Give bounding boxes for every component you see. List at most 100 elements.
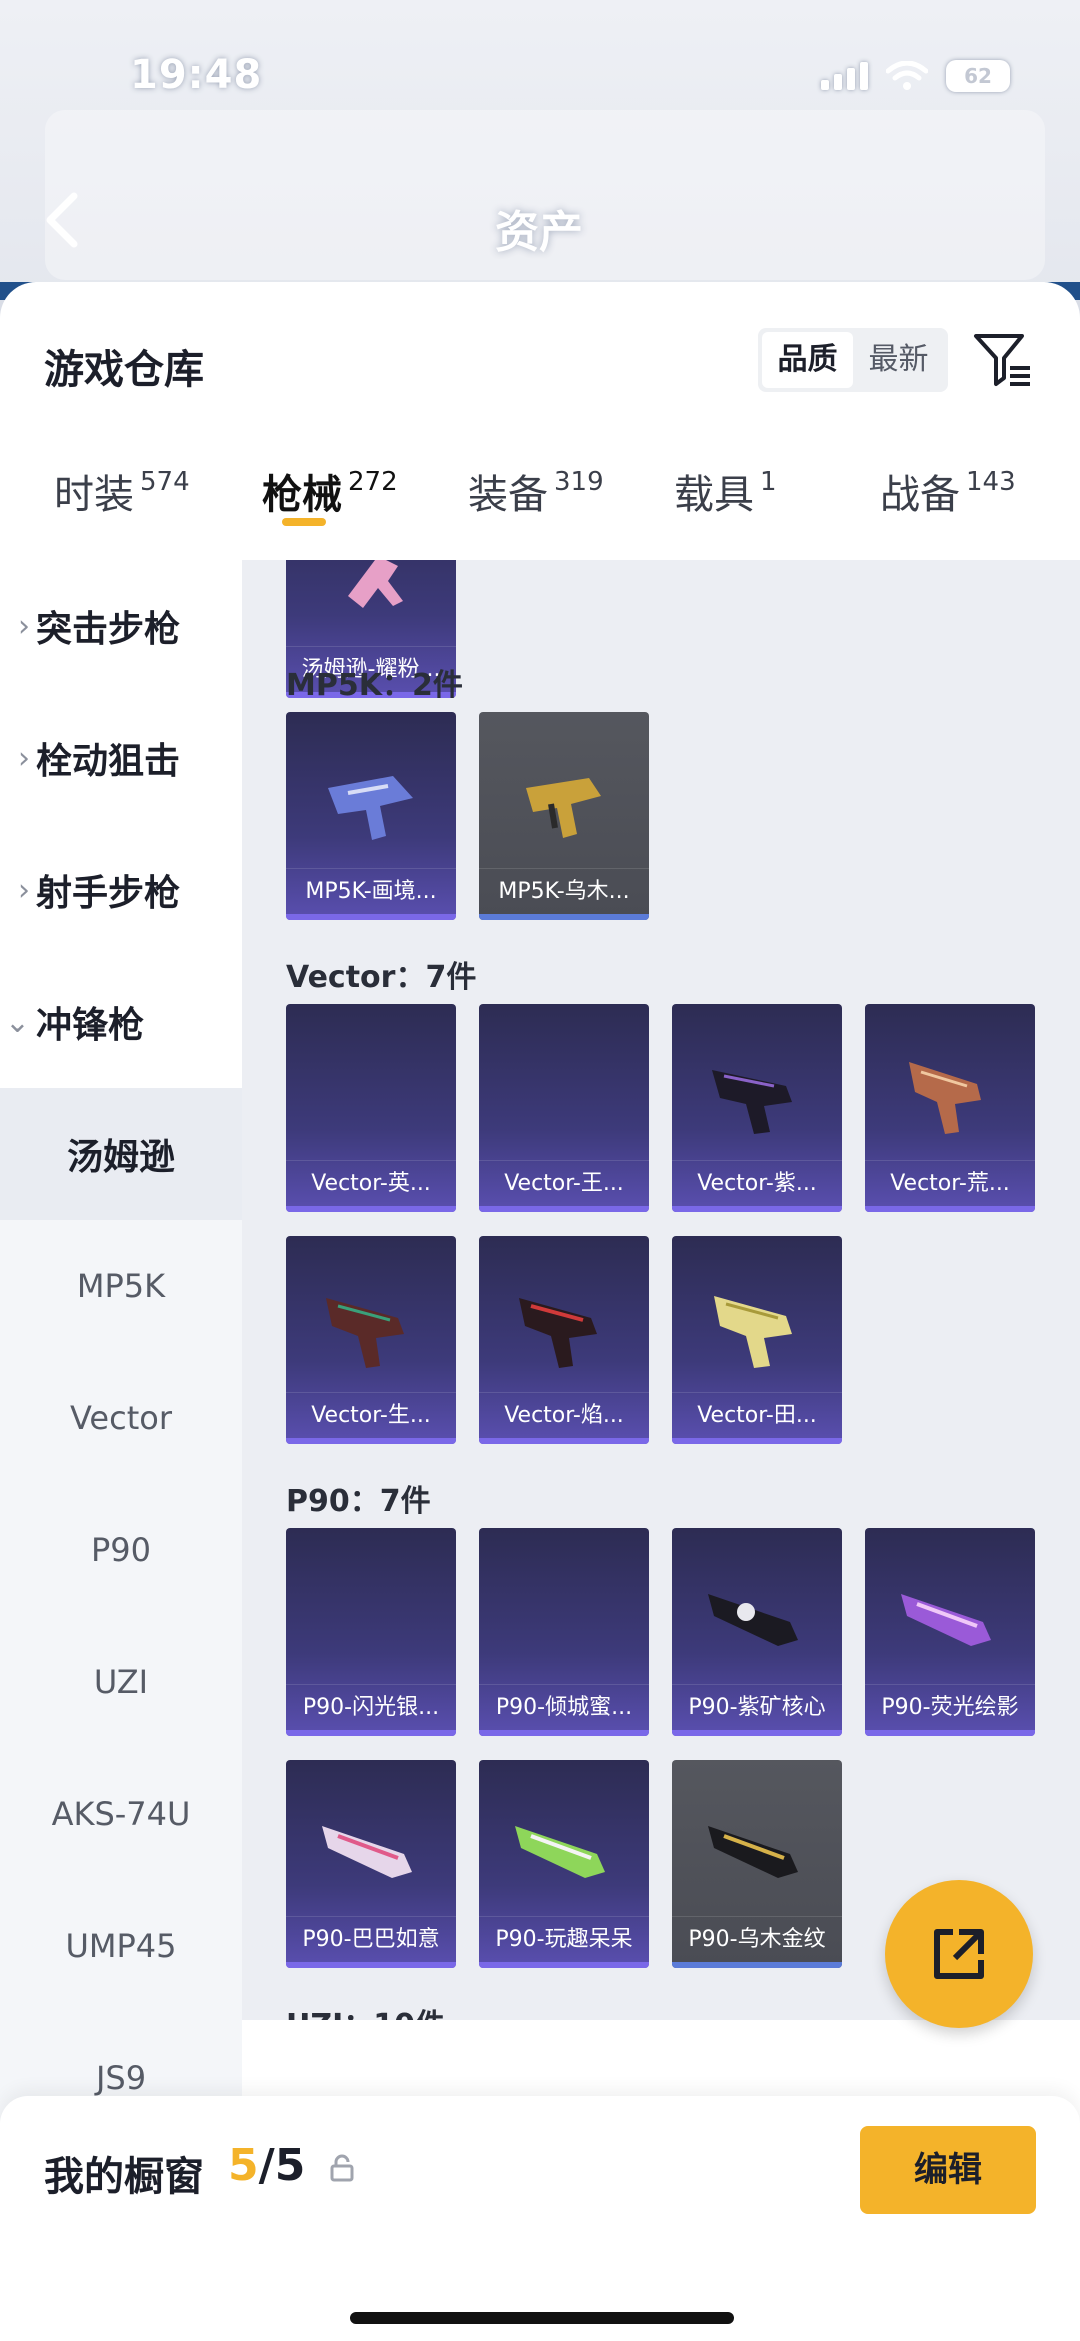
rarity-bar <box>286 914 456 920</box>
sidebar-item-marksman-rifle[interactable]: › 射手步枪 <box>0 824 242 956</box>
smg-skin-icon <box>328 776 413 840</box>
tab-vehicles[interactable]: 载具 1 <box>674 462 777 562</box>
weapon-card[interactable]: Vector-荒... <box>865 1004 1035 1212</box>
showcase-total: /5 <box>258 2140 306 2191</box>
warehouse-sheet: 游戏仓库 品质 最新 时装 574 枪械 272 装备 319 载具 1 战备 143 › <box>0 282 1080 2341</box>
weapon-card-name: P90-荧光绘影 <box>865 1684 1035 1730</box>
weapon-card[interactable]: P90-巴巴如意 <box>286 1760 456 1968</box>
sidebar-item-label: 栓动狙击 <box>36 741 181 782</box>
weapon-card[interactable]: Vector-英... <box>286 1004 456 1212</box>
share-button[interactable] <box>885 1880 1033 2028</box>
weapon-card-name: Vector-王... <box>479 1160 649 1206</box>
sort-quality-button[interactable]: 品质 <box>762 332 853 388</box>
tab-label: 时装 <box>54 472 134 518</box>
sidebar-sub-vector[interactable]: Vector <box>0 1352 242 1484</box>
tab-label: 装备 <box>468 472 548 518</box>
weapon-card[interactable]: Vector-焰... <box>479 1236 649 1444</box>
vector-skin-icon <box>714 1296 792 1368</box>
weapon-grid: 汤姆逊-耀粉... MP5K：2件 MP5K-画境... MP5K-乌木... … <box>242 560 1080 2020</box>
rarity-bar <box>672 1438 842 1444</box>
sidebar-item-assault-rifle[interactable]: › 突击步枪 <box>0 560 242 692</box>
rarity-bar <box>479 1206 649 1212</box>
weapon-card-name: Vector-焰... <box>479 1392 649 1438</box>
sidebar-item-label: 突击步枪 <box>36 609 181 650</box>
rarity-bar <box>479 914 649 920</box>
sidebar-item-label: UMP45 <box>65 1927 177 1965</box>
rarity-bar <box>865 1206 1035 1212</box>
p90-skin-icon <box>708 1826 798 1878</box>
p90-skin-icon <box>515 1826 605 1878</box>
weapon-card-name: P90-倾城蜜... <box>479 1684 649 1730</box>
weapon-card-name: P90-乌木金纹 <box>672 1916 842 1962</box>
chevron-down-icon: ⌄ <box>4 1004 30 1040</box>
tab-count: 1 <box>760 467 777 497</box>
signal-icon <box>821 62 868 90</box>
sidebar-sub-aks74u[interactable]: AKS-74U <box>0 1748 242 1880</box>
sidebar-item-label: 汤姆逊 <box>66 1137 175 1178</box>
sidebar-item-label: JS9 <box>95 2059 147 2097</box>
weapon-card[interactable]: Vector-紫... <box>672 1004 842 1212</box>
sidebar-sub-mp5k[interactable]: MP5K <box>0 1220 242 1352</box>
status-time: 19:48 <box>130 52 263 98</box>
showcase-label: 我的橱窗 <box>44 2154 204 2200</box>
weapon-card[interactable]: P90-荧光绘影 <box>865 1528 1035 1736</box>
sidebar-item-label: 冲锋枪 <box>36 1005 145 1046</box>
rarity-bar <box>672 1962 842 1968</box>
sort-toggle: 品质 最新 <box>758 328 948 392</box>
header-background: 19:48 62 资产 <box>0 0 1080 300</box>
showcase-current: 5 <box>228 2140 259 2191</box>
back-arrow-icon[interactable] <box>42 190 82 250</box>
weapon-card[interactable]: MP5K-画境... <box>286 712 456 920</box>
rarity-bar <box>286 1206 456 1212</box>
weapon-card-name: Vector-荒... <box>865 1160 1035 1206</box>
sidebar-sub-ump45[interactable]: UMP45 <box>0 1880 242 2012</box>
weapon-card[interactable]: P90-紫矿核心 <box>672 1528 842 1736</box>
tab-label: 载具 <box>674 472 754 518</box>
tab-firearms[interactable]: 枪械 272 <box>262 462 398 562</box>
sidebar-sub-p90[interactable]: P90 <box>0 1484 242 1616</box>
sidebar-sub-uzi[interactable]: UZI <box>0 1616 242 1748</box>
vector-skin-icon <box>326 1298 404 1368</box>
weapon-card-name: P90-紫矿核心 <box>672 1684 842 1730</box>
rarity-bar <box>672 1730 842 1736</box>
tab-count: 143 <box>966 467 1016 497</box>
weapon-card[interactable]: P90-倾城蜜... <box>479 1528 649 1736</box>
rarity-bar <box>286 1730 456 1736</box>
sort-latest-button[interactable]: 最新 <box>853 332 944 388</box>
sidebar-sub-thompson[interactable]: 汤姆逊 <box>0 1088 242 1220</box>
weapon-card[interactable]: Vector-田... <box>672 1236 842 1444</box>
tab-equipment[interactable]: 装备 319 <box>468 462 604 562</box>
weapon-card[interactable]: P90-乌木金纹 <box>672 1760 842 1968</box>
rarity-bar <box>286 1438 456 1444</box>
tab-label: 枪械 <box>262 472 342 518</box>
weapon-card[interactable]: Vector-生... <box>286 1236 456 1444</box>
p90-skin-icon <box>322 1826 412 1878</box>
sidebar-item-bolt-sniper[interactable]: › 栓动狙击 <box>0 692 242 824</box>
rarity-bar <box>479 1962 649 1968</box>
weapon-card-name: P90-闪光银... <box>286 1684 456 1730</box>
showcase-bar: 我的橱窗 5/5 编辑 <box>0 2096 1080 2341</box>
edit-button[interactable]: 编辑 <box>860 2126 1036 2214</box>
sheet-title: 游戏仓库 <box>44 347 204 393</box>
vector-skin-icon <box>712 1070 792 1134</box>
nav-title: 资产 <box>495 207 583 258</box>
sidebar-item-smg[interactable]: ⌄ 冲锋枪 <box>0 956 242 1088</box>
tab-count: 272 <box>348 467 398 497</box>
battery-icon: 62 <box>946 60 1010 92</box>
smg-skin-icon <box>526 778 601 838</box>
weapon-card[interactable]: MP5K-乌木... <box>479 712 649 920</box>
weapon-card[interactable]: P90-闪光银... <box>286 1528 456 1736</box>
group-title-p90: P90：7件 <box>286 1484 431 1519</box>
tab-fashion[interactable]: 时装 574 <box>54 462 190 562</box>
group-title-vector: Vector：7件 <box>286 960 477 995</box>
tab-combat-gear[interactable]: 战备 143 <box>880 462 1016 562</box>
weapon-card[interactable]: Vector-王... <box>479 1004 649 1212</box>
vector-skin-icon <box>519 1298 597 1368</box>
sidebar-item-label: 射手步枪 <box>36 873 181 914</box>
weapon-card[interactable]: P90-玩趣呆呆 <box>479 1760 649 1968</box>
filter-icon[interactable] <box>972 328 1034 390</box>
wifi-icon <box>886 61 928 90</box>
sidebar-item-label: MP5K <box>76 1267 166 1305</box>
share-icon <box>934 1929 984 1979</box>
weapon-card-name: Vector-英... <box>286 1160 456 1206</box>
